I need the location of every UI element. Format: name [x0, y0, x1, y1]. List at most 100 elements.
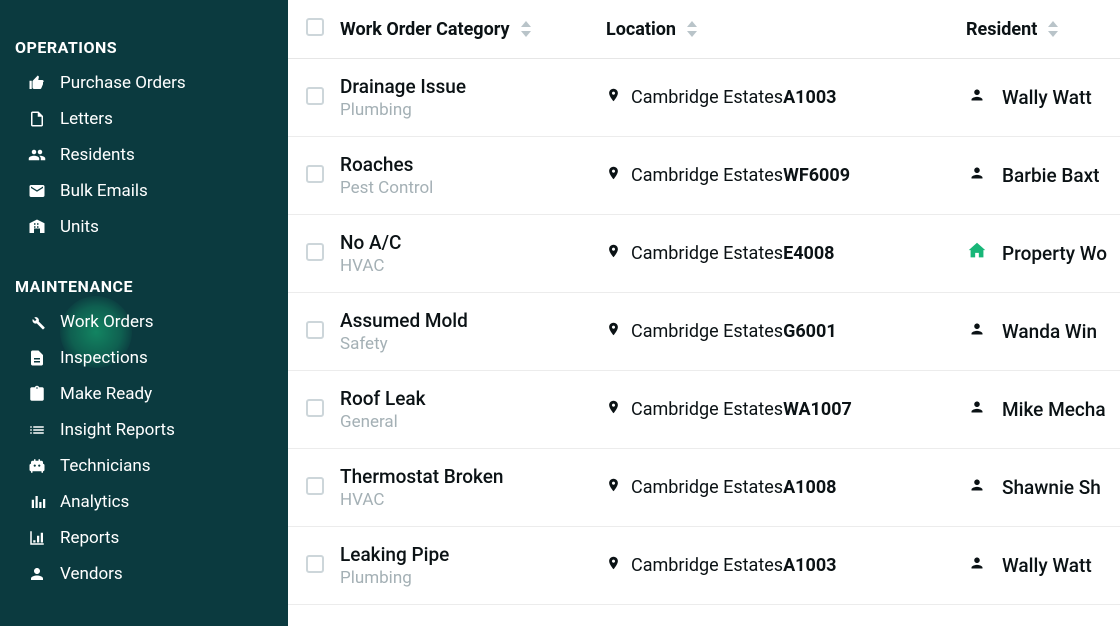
resident-name: Wally Watt: [1002, 86, 1092, 109]
resident-name: Barbie Baxt: [1002, 164, 1100, 187]
bars-icon: [28, 493, 60, 511]
sidebar-item-make-ready[interactable]: Make Ready: [0, 376, 288, 412]
sidebar-section-title: MAINTENANCE: [0, 269, 288, 304]
pin-icon: [606, 554, 621, 577]
work-order-title: Assumed Mold: [340, 309, 468, 332]
sidebar-section-title: OPERATIONS: [0, 30, 288, 65]
resident-cell: Property Wo: [966, 240, 1107, 267]
sidebar-item-letters[interactable]: Letters: [0, 101, 288, 137]
work-order-category: HVAC: [340, 490, 504, 510]
robot-icon: [28, 457, 60, 475]
person-icon: [966, 396, 988, 423]
clipboard-icon: [28, 385, 60, 403]
person-icon: [28, 565, 60, 583]
person-icon: [966, 318, 988, 345]
house-icon: [966, 240, 988, 267]
work-order-title: No A/C: [340, 231, 401, 254]
work-order-category: Plumbing: [340, 100, 466, 120]
select-all-checkbox[interactable]: [306, 18, 324, 36]
thumbs-up-icon: [28, 74, 60, 92]
sidebar-item-label: Inspections: [60, 348, 148, 368]
pin-icon: [606, 86, 621, 109]
sidebar-item-purchase-orders[interactable]: Purchase Orders: [0, 65, 288, 101]
column-header-location-label: Location: [606, 19, 676, 40]
table-row[interactable]: Drainage IssuePlumbing Cambridge EstatesA…: [288, 59, 1120, 137]
pin-icon: [606, 320, 621, 343]
column-header-resident[interactable]: Resident: [966, 19, 1059, 40]
work-order-category: General: [340, 412, 426, 432]
pin-icon: [606, 164, 621, 187]
sidebar-item-label: Work Orders: [60, 312, 154, 332]
location-cell: Cambridge EstatesE4008: [606, 242, 835, 265]
sidebar-item-residents[interactable]: Residents: [0, 137, 288, 173]
resident-name: Wanda Win: [1002, 320, 1097, 343]
sidebar-item-label: Insight Reports: [60, 420, 175, 440]
row-checkbox[interactable]: [306, 165, 324, 183]
sidebar-item-reports[interactable]: Reports: [0, 520, 288, 556]
location-unit: G6001: [783, 321, 837, 342]
sidebar-item-label: Reports: [60, 528, 119, 548]
location-cell: Cambridge EstatesA1003: [606, 554, 836, 577]
location-name: Cambridge Estates: [631, 555, 783, 576]
location-name: Cambridge Estates: [631, 243, 783, 264]
person-icon: [966, 474, 988, 501]
location-name: Cambridge Estates: [631, 399, 783, 420]
row-checkbox[interactable]: [306, 399, 324, 417]
sort-icon: [520, 21, 532, 37]
row-checkbox[interactable]: [306, 477, 324, 495]
table-row[interactable]: Assumed MoldSafetyCambridge EstatesG6001…: [288, 293, 1120, 371]
resident-name: Property Wo: [1002, 242, 1107, 265]
resident-cell: Mike Mecha: [966, 396, 1106, 423]
sidebar-item-technicians[interactable]: Technicians: [0, 448, 288, 484]
location-unit: A1003: [783, 555, 836, 576]
sidebar-item-label: Make Ready: [60, 384, 152, 404]
sidebar-item-bulk-emails[interactable]: Bulk Emails: [0, 173, 288, 209]
sidebar-item-units[interactable]: Units: [0, 209, 288, 245]
table-row[interactable]: No A/CHVACCambridge EstatesE4008Property…: [288, 215, 1120, 293]
work-order-title: Roof Leak: [340, 387, 426, 410]
table-row[interactable]: Thermostat BrokenHVACCambridge EstatesA1…: [288, 449, 1120, 527]
table-row[interactable]: RoachesPest ControlCambridge EstatesWF60…: [288, 137, 1120, 215]
sidebar-item-work-orders[interactable]: Work Orders: [0, 304, 288, 340]
resident-name: Shawnie Sh: [1002, 476, 1101, 499]
resident-cell: Wanda Win: [966, 318, 1097, 345]
resident-cell: Shawnie Sh: [966, 474, 1101, 501]
sidebar-item-insight-reports[interactable]: Insight Reports: [0, 412, 288, 448]
sort-icon: [686, 21, 698, 37]
person-icon: [966, 162, 988, 189]
doc-icon: [28, 349, 60, 367]
sidebar: OPERATIONSPurchase Orders Letters Resident…: [0, 0, 288, 626]
location-cell: Cambridge EstatesWF6009: [606, 164, 850, 187]
table-row[interactable]: Roof LeakGeneral Cambridge EstatesWA1007 M…: [288, 371, 1120, 449]
row-checkbox[interactable]: [306, 87, 324, 105]
sort-icon: [1047, 21, 1059, 37]
table-row[interactable]: Leaking PipePlumbingCambridge EstatesA10…: [288, 527, 1120, 605]
sidebar-item-inspections[interactable]: Inspections: [0, 340, 288, 376]
location-unit: E4008: [783, 243, 834, 264]
column-header-location[interactable]: Location: [606, 19, 698, 40]
sidebar-item-label: Letters: [60, 109, 113, 129]
work-order-title: Thermostat Broken: [340, 465, 504, 488]
location-name: Cambridge Estates: [631, 87, 783, 108]
main-content: Work Order Category Location Resident: [288, 0, 1120, 626]
location-name: Cambridge Estates: [631, 321, 783, 342]
column-header-category[interactable]: Work Order Category: [340, 19, 532, 40]
list-icon: [28, 421, 60, 439]
sidebar-item-analytics[interactable]: Analytics: [0, 484, 288, 520]
work-order-title: Leaking Pipe: [340, 543, 449, 566]
pin-icon: [606, 242, 621, 265]
location-name: Cambridge Estates: [631, 477, 783, 498]
location-unit: A1003: [783, 87, 836, 108]
resident-cell: Wally Watt: [966, 84, 1092, 111]
file-icon: [28, 110, 60, 128]
sidebar-item-vendors[interactable]: Vendors: [0, 556, 288, 592]
work-order-title: Drainage Issue: [340, 75, 466, 98]
location-cell: Cambridge EstatesWA1007: [606, 398, 852, 421]
building-icon: [28, 218, 60, 236]
resident-name: Mike Mecha: [1002, 398, 1106, 421]
row-checkbox[interactable]: [306, 555, 324, 573]
resident-cell: Wally Watt: [966, 552, 1092, 579]
row-checkbox[interactable]: [306, 321, 324, 339]
row-checkbox[interactable]: [306, 243, 324, 261]
resident-name: Wally Watt: [1002, 554, 1092, 577]
